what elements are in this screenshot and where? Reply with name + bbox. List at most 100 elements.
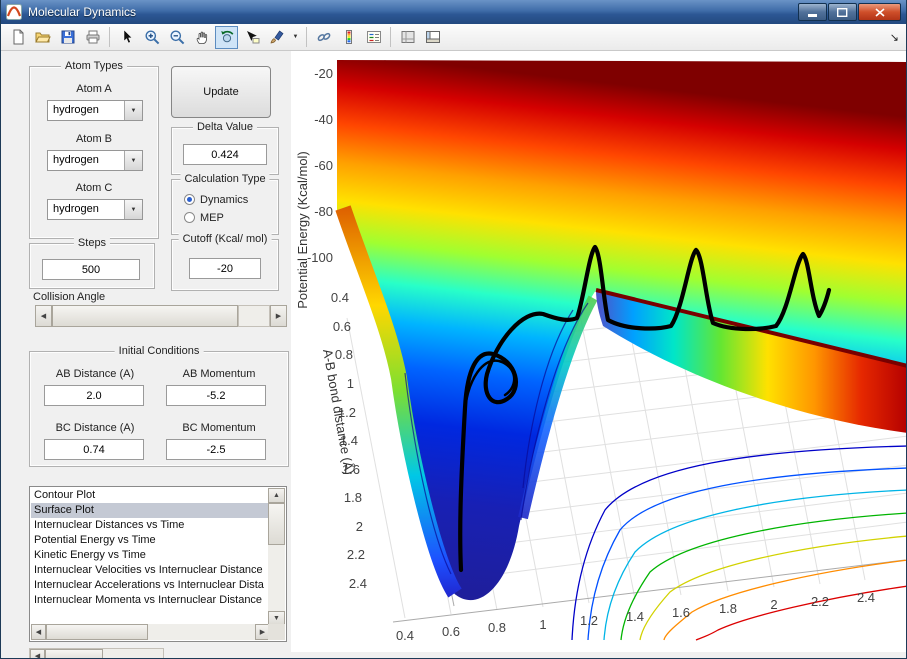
collision-angle-slider[interactable]: ◀ ▶ — [35, 305, 287, 327]
scrollbar-corner — [268, 624, 285, 640]
rotate-3d-button[interactable] — [215, 26, 238, 49]
link-plots-button[interactable] — [312, 26, 335, 49]
list-item[interactable]: Contour Plot — [31, 488, 269, 503]
panel-title: Steps — [74, 237, 110, 249]
svg-text:2.2: 2.2 — [347, 547, 365, 562]
slider-track[interactable] — [238, 305, 270, 327]
chevron-down-icon[interactable]: ▼ — [124, 151, 142, 170]
svg-text:-80: -80 — [314, 204, 333, 219]
brush-dropdown-button[interactable]: ▼ — [290, 26, 301, 49]
scrollbar-thumb[interactable] — [268, 503, 285, 545]
brush-button[interactable] — [265, 26, 288, 49]
new-file-button[interactable] — [6, 26, 29, 49]
app-icon — [6, 4, 22, 20]
list-item[interactable]: Internuclear Velocities vs Internuclear … — [31, 563, 269, 578]
plot-type-listbox[interactable]: Contour Plot Surface Plot Internuclear D… — [29, 486, 287, 642]
atom-b-dropdown[interactable]: hydrogen ▼ — [47, 150, 143, 171]
show-plot-tools-button[interactable] — [421, 26, 444, 49]
svg-text:2.4: 2.4 — [857, 590, 875, 605]
radio-mep[interactable] — [184, 212, 195, 223]
delta-value-field[interactable] — [183, 144, 267, 165]
chevron-down-icon[interactable]: ▼ — [124, 200, 142, 219]
panel-title: Initial Conditions — [115, 345, 204, 357]
radio-mep-label: MEP — [200, 212, 224, 224]
list-item[interactable]: Kinetic Energy vs Time — [31, 548, 269, 563]
toolbar-separator — [306, 27, 307, 47]
scroll-left-button[interactable]: ◀ — [31, 624, 46, 640]
list-item[interactable]: Internuclear Distances vs Time — [31, 518, 269, 533]
svg-text:1: 1 — [347, 376, 354, 391]
zoom-out-icon — [169, 29, 185, 45]
svg-text:0.4: 0.4 — [331, 290, 349, 305]
horizontal-scrollbar[interactable]: ◀ ▶ — [31, 624, 270, 640]
maximize-button[interactable] — [828, 3, 857, 21]
vertical-scrollbar[interactable]: ▲ ▼ — [268, 488, 285, 626]
save-button[interactable] — [56, 26, 79, 49]
list-item-selected[interactable]: Surface Plot — [31, 503, 269, 518]
atom-types-panel: Atom Types Atom A hydrogen ▼ Atom B hydr… — [29, 66, 159, 239]
bc-distance-label: BC Distance (A) — [38, 422, 152, 434]
list-item[interactable]: Internuclear Momenta vs Internuclear Dis… — [31, 593, 269, 608]
svg-text:1.8: 1.8 — [344, 490, 362, 505]
print-icon — [85, 29, 101, 45]
hide-plot-tools-button[interactable] — [396, 26, 419, 49]
data-cursor-button[interactable] — [240, 26, 263, 49]
svg-text:0.4: 0.4 — [396, 628, 414, 643]
slider-left-arrow[interactable]: ◀ — [35, 305, 52, 327]
minimize-button[interactable] — [798, 3, 827, 21]
steps-field[interactable] — [42, 259, 140, 280]
scroll-left-button[interactable]: ◀ — [30, 649, 45, 659]
panel-title: Cutoff (Kcal/ mol) — [179, 233, 272, 245]
bc-momentum-field[interactable] — [166, 439, 266, 460]
cutoff-field[interactable] — [189, 258, 261, 279]
chevron-down-icon[interactable]: ▼ — [124, 101, 142, 120]
insert-legend-button[interactable] — [362, 26, 385, 49]
toolbar-separator — [390, 27, 391, 47]
svg-text:2.2: 2.2 — [811, 594, 829, 609]
svg-text:0.8: 0.8 — [488, 620, 506, 635]
clipped-scrollbar-fragment[interactable]: ◀ — [29, 648, 164, 659]
plot-area: -20 -40 -60 -80 -100 0.4 0.6 0.8 1 1.2 1… — [291, 51, 907, 652]
ab-momentum-field[interactable] — [166, 385, 266, 406]
panel-title: Atom Types — [61, 60, 127, 72]
print-button[interactable] — [81, 26, 104, 49]
scroll-up-button[interactable]: ▲ — [268, 488, 285, 503]
y-axis-label: Potential Energy (Kcal/mol) — [295, 151, 310, 309]
list-item[interactable]: Internuclear Accelerations vs Internucle… — [31, 578, 269, 593]
svg-text:-100: -100 — [307, 250, 333, 265]
atom-c-dropdown[interactable]: hydrogen ▼ — [47, 199, 143, 220]
slider-thumb[interactable] — [52, 305, 238, 327]
dropdown-value: hydrogen — [48, 200, 124, 219]
radio-dynamics[interactable] — [184, 194, 195, 205]
svg-text:-20: -20 — [314, 66, 333, 81]
open-file-button[interactable] — [31, 26, 54, 49]
list-item[interactable]: Potential Energy vs Time — [31, 533, 269, 548]
slider-right-arrow[interactable]: ▶ — [270, 305, 287, 327]
calculation-type-panel: Calculation Type Dynamics MEP — [171, 179, 279, 235]
scrollbar-thumb[interactable] — [45, 649, 103, 659]
legend-icon — [366, 29, 382, 45]
maximize-icon — [837, 8, 848, 17]
radio-dynamics-label: Dynamics — [200, 194, 248, 206]
svg-text:0.6: 0.6 — [333, 319, 351, 334]
bc-distance-field[interactable] — [44, 439, 144, 460]
svg-text:1.4: 1.4 — [626, 609, 644, 624]
insert-colorbar-button[interactable] — [337, 26, 360, 49]
initial-conditions-panel: Initial Conditions AB Distance (A) AB Mo… — [29, 351, 289, 467]
svg-text:2.4: 2.4 — [349, 576, 367, 591]
ab-distance-field[interactable] — [44, 385, 144, 406]
close-button[interactable] — [858, 3, 901, 21]
atom-a-dropdown[interactable]: hydrogen ▼ — [47, 100, 143, 121]
update-button[interactable]: Update — [171, 66, 271, 118]
title-bar: Molecular Dynamics — [1, 0, 906, 24]
dock-figure-icon[interactable]: ↘ — [890, 31, 899, 44]
zoom-in-button[interactable] — [140, 26, 163, 49]
pan-button[interactable] — [190, 26, 213, 49]
ab-momentum-label: AB Momentum — [162, 368, 276, 380]
zoom-out-button[interactable] — [165, 26, 188, 49]
edit-cursor-button[interactable] — [115, 26, 138, 49]
surface-plot-canvas[interactable]: -20 -40 -60 -80 -100 0.4 0.6 0.8 1 1.2 1… — [293, 58, 907, 643]
scrollbar-thumb[interactable] — [46, 624, 148, 640]
panel-title: Calculation Type — [180, 173, 269, 185]
minimize-icon — [808, 8, 818, 17]
